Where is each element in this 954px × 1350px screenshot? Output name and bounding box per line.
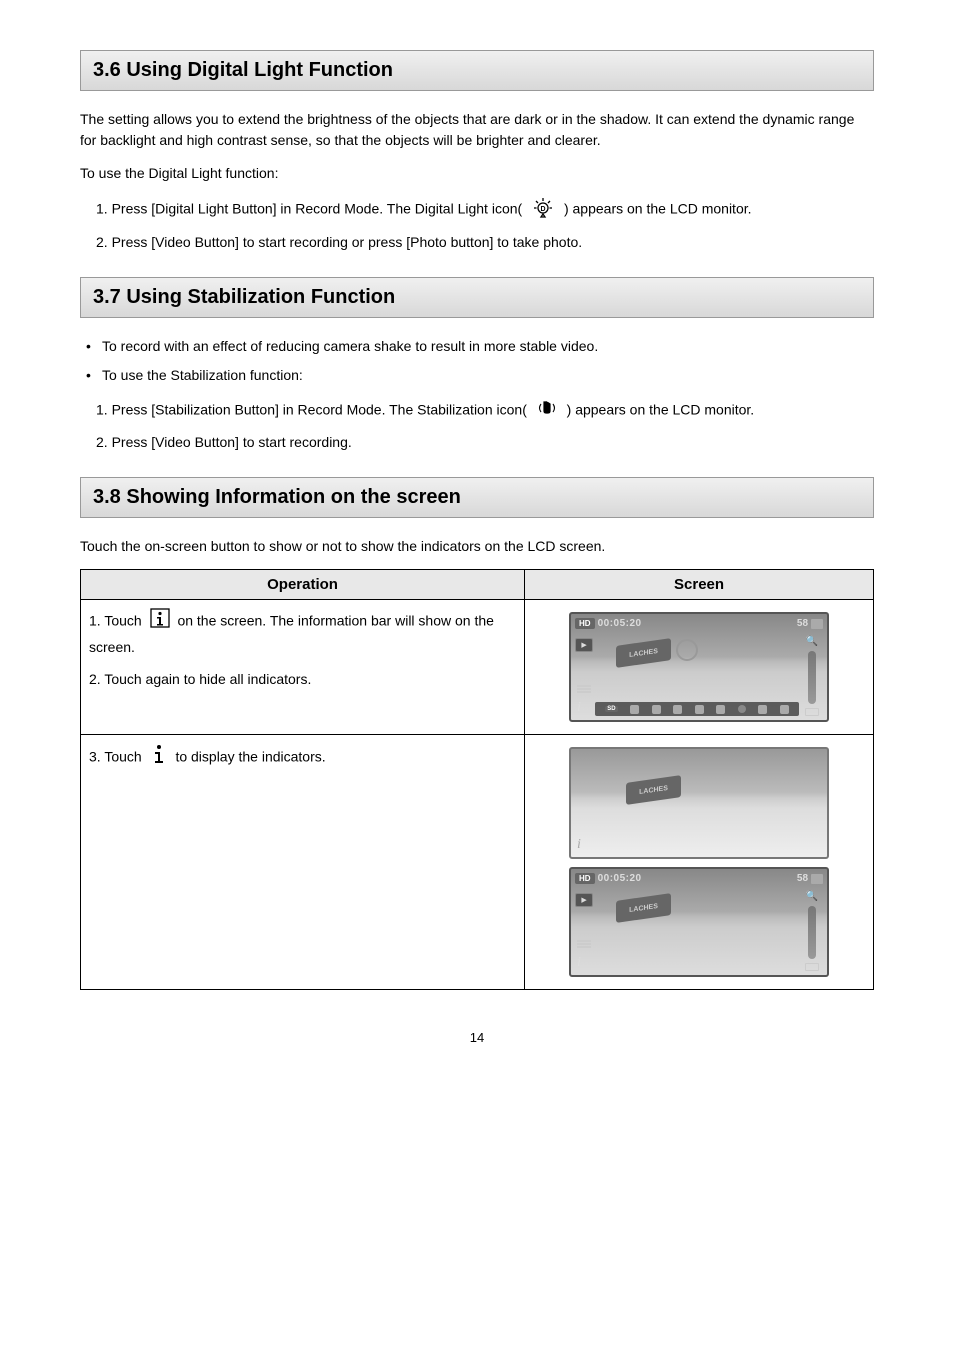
photo-count: 58 <box>797 618 808 629</box>
section-3-7-step-1: 1. Press [Stabilization Button] in Recor… <box>96 398 874 424</box>
status-icon <box>758 705 767 714</box>
zoom-in-icon: 🔍 <box>806 636 818 647</box>
hd-badge: HD <box>575 618 595 629</box>
info-corner-icon: i <box>577 955 581 971</box>
status-icon <box>630 705 639 714</box>
status-bar: SD <box>595 702 799 716</box>
step-1-text-b: ) appears on the LCD monitor. <box>564 201 752 217</box>
boat-sign: LACHES <box>616 638 671 668</box>
row1-step2: 2. Touch again to hide all indicators. <box>89 668 516 692</box>
info-table: Operation Screen 1. Touch <box>80 569 874 990</box>
section-3-7-bullet-2: To use the Stabilization function: <box>86 365 874 386</box>
screenshot-full-overlay: HD 00:05:20 58 🔍 ▶ <box>569 612 829 722</box>
page-number: 14 <box>80 1030 874 1045</box>
info-corner-icon: i <box>577 837 581 853</box>
row1-step1: 1. Touch on the screen. The information … <box>89 608 516 660</box>
playback-button-icon: ▶ <box>575 893 593 907</box>
row1-step1-a: 1. Touch <box>89 613 142 629</box>
rec-time: 00:05:20 <box>598 618 642 629</box>
hd-badge: HD <box>575 873 595 884</box>
section-3-6-lead: To use the Digital Light function: <box>80 163 874 184</box>
row2-step3-a: 3. Touch <box>89 749 142 765</box>
section-3-8-header: 3.8 Showing Information on the screen <box>80 477 874 518</box>
section-3-7-step-2: 2. Press [Video Button] to start recordi… <box>96 432 874 453</box>
status-icon <box>780 705 789 714</box>
status-icon <box>652 705 661 714</box>
info-toggle-icon <box>150 743 168 773</box>
table-header-operation: Operation <box>81 570 525 600</box>
table-header-screen: Screen <box>525 570 874 600</box>
self-timer-icon <box>676 639 698 661</box>
section-3-7-header: 3.7 Using Stabilization Function <box>80 277 874 318</box>
section-3-7-bullet-1: To record with an effect of reducing cam… <box>86 336 874 357</box>
table-row: 3. Touch to display the indicators. LACH… <box>81 735 874 990</box>
status-icon <box>673 705 682 714</box>
screenshot-no-overlay: LACHES i <box>569 747 829 859</box>
menu-button-icon <box>575 682 593 696</box>
digital-light-icon: D <box>530 196 556 224</box>
photo-icon <box>811 874 823 884</box>
section-3-6-intro: The setting allows you to extend the bri… <box>80 109 874 151</box>
status-icon <box>695 705 704 714</box>
stabilization-icon <box>535 398 559 424</box>
rec-time: 00:05:20 <box>598 873 642 884</box>
battery-icon <box>805 708 819 716</box>
menu-button-icon <box>575 937 593 951</box>
svg-text:D: D <box>541 206 546 213</box>
step-1-text-b: ) appears on the LCD monitor. <box>567 402 755 418</box>
zoom-in-icon: 🔍 <box>806 891 818 902</box>
photo-icon <box>811 619 823 629</box>
boat-sign: LACHES <box>626 775 681 805</box>
table-row: 1. Touch on the screen. The information … <box>81 600 874 735</box>
screenshot-partial-overlay: HD 00:05:20 58 🔍 ▶ <box>569 867 829 977</box>
status-icon <box>716 705 725 714</box>
record-dot-icon <box>738 705 746 713</box>
info-button-icon <box>150 608 170 636</box>
row2-step3-b: to display the indicators. <box>175 749 325 765</box>
section-3-8-intro: Touch the on-screen button to show or no… <box>80 536 874 557</box>
playback-button-icon: ▶ <box>575 638 593 652</box>
photo-count: 58 <box>797 873 808 884</box>
section-3-6-header: 3.6 Using Digital Light Function <box>80 50 874 91</box>
zoom-slider <box>808 651 816 704</box>
step-1-text-a: 1. Press [Stabilization Button] in Recor… <box>96 402 527 418</box>
battery-icon <box>805 963 819 971</box>
section-3-6-step-1: 1. Press [Digital Light Button] in Recor… <box>96 196 874 224</box>
info-corner-icon: i <box>577 700 581 716</box>
row2-step3: 3. Touch to display the indicators. <box>89 743 516 773</box>
sd-badge: SD <box>605 706 617 712</box>
boat-sign: LACHES <box>616 893 671 923</box>
section-3-6-step-2: 2. Press [Video Button] to start recordi… <box>96 232 874 253</box>
step-1-text-a: 1. Press [Digital Light Button] in Recor… <box>96 201 522 217</box>
zoom-slider <box>808 906 816 959</box>
